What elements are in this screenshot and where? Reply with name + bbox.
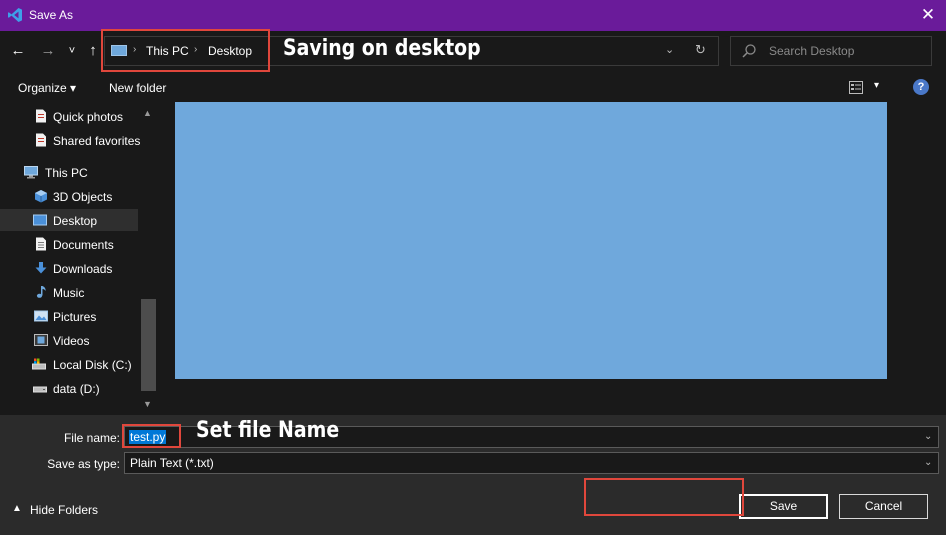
download-icon: [35, 262, 47, 274]
file-list-area[interactable]: [158, 102, 946, 415]
forward-arrow-icon[interactable]: →: [38, 41, 58, 61]
search-box[interactable]: [730, 36, 932, 66]
sidebar-item-3d-objects[interactable]: 3D Objects: [0, 185, 138, 207]
file-name-annotation-text: Set file Name: [196, 418, 340, 443]
new-folder-button[interactable]: New folder: [109, 81, 166, 95]
drive-icon: [32, 358, 46, 370]
view-dropdown-icon[interactable]: ▾: [874, 80, 879, 91]
scroll-up-icon[interactable]: ▲: [143, 108, 152, 118]
search-input[interactable]: [769, 43, 919, 59]
recent-locations-chevron-icon[interactable]: ˅: [62, 41, 82, 61]
title-bar: Save As ✕: [0, 0, 946, 31]
navigation-pane: Quick photos Shared favorites This PC 3D…: [0, 102, 156, 415]
window-title: Save As: [29, 8, 74, 22]
sidebar-item-desktop[interactable]: Desktop: [0, 209, 138, 231]
sidebar-item-label: Documents: [53, 238, 114, 252]
refresh-icon[interactable]: ↻: [695, 42, 706, 58]
sidebar-item-documents[interactable]: Documents: [0, 233, 138, 255]
cancel-button[interactable]: Cancel: [839, 494, 928, 519]
scroll-down-icon[interactable]: ▼: [143, 399, 152, 409]
save-button[interactable]: Save: [739, 494, 828, 519]
sidebar-item-label: Music: [53, 286, 85, 300]
sidebar-item-downloads[interactable]: Downloads: [0, 257, 138, 279]
up-arrow-icon[interactable]: ↑: [83, 41, 103, 61]
sidebar-scrollbar[interactable]: ▲ ▼: [141, 102, 156, 415]
organize-menu[interactable]: Organize ▾: [18, 81, 76, 95]
sidebar-item-videos[interactable]: Videos: [0, 329, 138, 351]
sidebar-item-label: 3D Objects: [53, 190, 113, 204]
address-annotation-text: Saving on desktop: [283, 36, 481, 61]
sidebar-item-pictures[interactable]: Pictures: [0, 305, 138, 327]
file-name-label: File name:: [63, 431, 120, 445]
sidebar-item-label: Shared favorites: [53, 134, 141, 148]
redacted-content-panel: [175, 102, 887, 379]
sidebar-item-label: Videos: [53, 334, 90, 348]
hide-folders-label: Hide Folders: [30, 503, 99, 517]
sidebar-item-quick-photos[interactable]: Quick photos: [0, 105, 138, 127]
sidebar-item-music[interactable]: Music: [0, 281, 138, 303]
close-icon[interactable]: ✕: [918, 5, 938, 25]
document-icon: [36, 237, 46, 251]
sidebar-item-this-pc[interactable]: This PC: [0, 161, 138, 183]
address-highlight-box: [101, 29, 270, 72]
computer-icon: [24, 166, 38, 179]
sidebar-item-label: Downloads: [53, 262, 113, 276]
help-icon[interactable]: ?: [913, 79, 929, 95]
sidebar-item-data-d[interactable]: data (D:): [0, 377, 138, 399]
scrollbar-thumb[interactable]: [141, 299, 156, 391]
desktop-icon: [33, 214, 47, 226]
music-icon: [36, 286, 46, 298]
save-as-type-select[interactable]: Plain Text (*.txt) ⌄: [124, 452, 939, 474]
sidebar-item-local-disk-c[interactable]: Local Disk (C:): [0, 353, 138, 375]
vscode-logo-icon: [8, 8, 22, 22]
back-arrow-icon[interactable]: ←: [8, 41, 28, 61]
hide-folders-button[interactable]: ▲ Hide Folders: [12, 503, 112, 519]
search-icon: [742, 44, 756, 58]
address-dropdown-icon[interactable]: ⌄: [665, 43, 674, 56]
sidebar-item-label: This PC: [45, 166, 88, 180]
cube-icon: [35, 190, 47, 203]
sidebar-item-label: data (D:): [53, 382, 100, 396]
video-icon: [34, 334, 48, 346]
sidebar-item-label: Quick photos: [53, 110, 124, 124]
sidebar-item-label: Local Disk (C:): [53, 358, 132, 372]
sidebar-item-label: Pictures: [53, 310, 97, 324]
document-icon: [36, 109, 46, 123]
drive-icon: [33, 386, 47, 393]
save-as-type-value: Plain Text (*.txt): [130, 456, 214, 470]
pictures-icon: [34, 310, 48, 322]
view-options-icon[interactable]: [849, 81, 863, 94]
chevron-down-icon[interactable]: ⌄: [924, 457, 932, 468]
document-icon: [36, 133, 46, 147]
file-name-highlight-box: [122, 424, 181, 448]
chevron-up-icon: ▲: [12, 503, 22, 514]
sidebar-item-shared-favorites[interactable]: Shared favorites: [0, 129, 141, 151]
command-toolbar: Organize ▾ New folder ▾ ?: [0, 76, 946, 100]
sidebar-item-label: Desktop: [53, 214, 98, 228]
save-as-type-label: Save as type:: [47, 457, 120, 471]
chevron-down-icon[interactable]: ⌄: [924, 431, 932, 442]
save-area-highlight-box: [584, 478, 744, 516]
